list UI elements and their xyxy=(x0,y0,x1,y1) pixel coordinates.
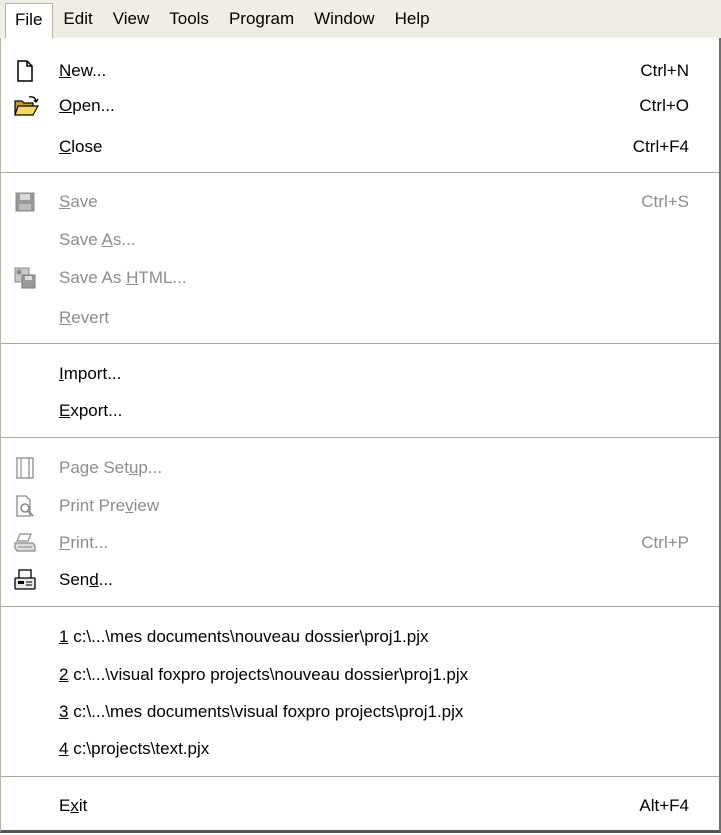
menu-item-label: Page Setup... xyxy=(59,458,163,477)
file-menu-dropdown: New... Ctrl+N Open... Ctrl+O Close Ctrl+… xyxy=(0,38,721,833)
menu-item-label: Export... xyxy=(59,401,123,420)
print-preview-icon xyxy=(13,494,37,518)
send-icon xyxy=(13,568,37,592)
menu-item-label: 1 c:\...\mes documents\nouveau dossier\p… xyxy=(59,627,429,646)
menu-item-label: Revert xyxy=(59,308,110,327)
menu-bar: File Edit View Tools Program Window Help xyxy=(0,0,721,39)
menu-item-page-setup[interactable]: Page Setup... xyxy=(1,452,719,484)
menu-item-save[interactable]: Save Ctrl+S xyxy=(1,186,719,218)
menu-item-recent-4[interactable]: 4 c:\projects\text.pjx xyxy=(1,733,719,765)
menu-item-label: Save As HTML... xyxy=(59,268,187,287)
menu-separator xyxy=(1,776,719,778)
menu-separator xyxy=(1,172,719,174)
menu-item-save-as[interactable]: Save As... xyxy=(1,224,719,256)
menu-item-label: 3 c:\...\mes documents\visual foxpro pro… xyxy=(59,702,464,721)
menu-item-label: Print Preview xyxy=(59,496,160,515)
menu-item-label: Import... xyxy=(59,364,122,383)
menu-separator xyxy=(1,437,719,439)
menu-item-export[interactable]: Export... xyxy=(1,395,719,427)
menu-item-label: 4 c:\projects\text.pjx xyxy=(59,739,210,758)
menu-program[interactable]: Program xyxy=(219,3,304,35)
shortcut-text: Ctrl+N xyxy=(640,61,689,80)
menu-item-close[interactable]: Close Ctrl+F4 xyxy=(1,131,719,163)
menu-file[interactable]: File xyxy=(5,3,54,39)
page-setup-icon xyxy=(13,456,37,480)
shortcut-text: Ctrl+P xyxy=(641,533,689,552)
menu-item-label: Open... xyxy=(59,96,115,115)
floppy-disk-icon xyxy=(13,190,37,214)
menu-item-recent-1[interactable]: 1 c:\...\mes documents\nouveau dossier\p… xyxy=(1,621,719,653)
menu-item-import[interactable]: Import... xyxy=(1,358,719,390)
new-document-icon xyxy=(13,59,37,83)
menu-item-label: Save As... xyxy=(59,230,136,249)
menu-item-print[interactable]: Print... Ctrl+P xyxy=(1,527,719,559)
menu-separator xyxy=(1,343,719,345)
menu-item-label: Print... xyxy=(59,533,109,552)
shortcut-text: Ctrl+O xyxy=(639,96,689,115)
menu-item-new[interactable]: New... Ctrl+N xyxy=(1,55,719,87)
open-folder-icon xyxy=(13,94,40,118)
menu-edit[interactable]: Edit xyxy=(53,3,102,35)
menu-item-open[interactable]: Open... Ctrl+O xyxy=(1,90,719,122)
menu-item-label: Save xyxy=(59,192,98,211)
menu-window[interactable]: Window xyxy=(304,3,384,35)
menu-item-label: Send... xyxy=(59,570,113,589)
menu-view[interactable]: View xyxy=(103,3,160,35)
menu-help[interactable]: Help xyxy=(385,3,440,35)
menu-item-label: Close xyxy=(59,137,103,156)
menu-item-label: Exit xyxy=(59,796,88,815)
shortcut-text: Ctrl+F4 xyxy=(632,137,689,156)
menu-separator xyxy=(1,606,719,608)
menu-item-save-as-html[interactable]: Save As HTML... xyxy=(1,262,719,294)
menu-item-recent-3[interactable]: 3 c:\...\mes documents\visual foxpro pro… xyxy=(1,696,719,728)
menu-item-exit[interactable]: Exit Alt+F4 xyxy=(1,790,719,822)
save-html-icon xyxy=(13,266,37,290)
menu-item-recent-2[interactable]: 2 c:\...\visual foxpro projects\nouveau … xyxy=(1,659,719,691)
menu-item-send[interactable]: Send... xyxy=(1,564,719,596)
menu-item-label: New... xyxy=(59,61,107,80)
menu-item-revert[interactable]: Revert xyxy=(1,302,719,334)
shortcut-text: Alt+F4 xyxy=(639,796,689,815)
menu-tools[interactable]: Tools xyxy=(159,3,219,35)
printer-icon xyxy=(13,531,37,555)
shortcut-text: Ctrl+S xyxy=(641,192,689,211)
menu-item-label: 2 c:\...\visual foxpro projects\nouveau … xyxy=(59,665,469,684)
menu-item-print-preview[interactable]: Print Preview xyxy=(1,490,719,522)
